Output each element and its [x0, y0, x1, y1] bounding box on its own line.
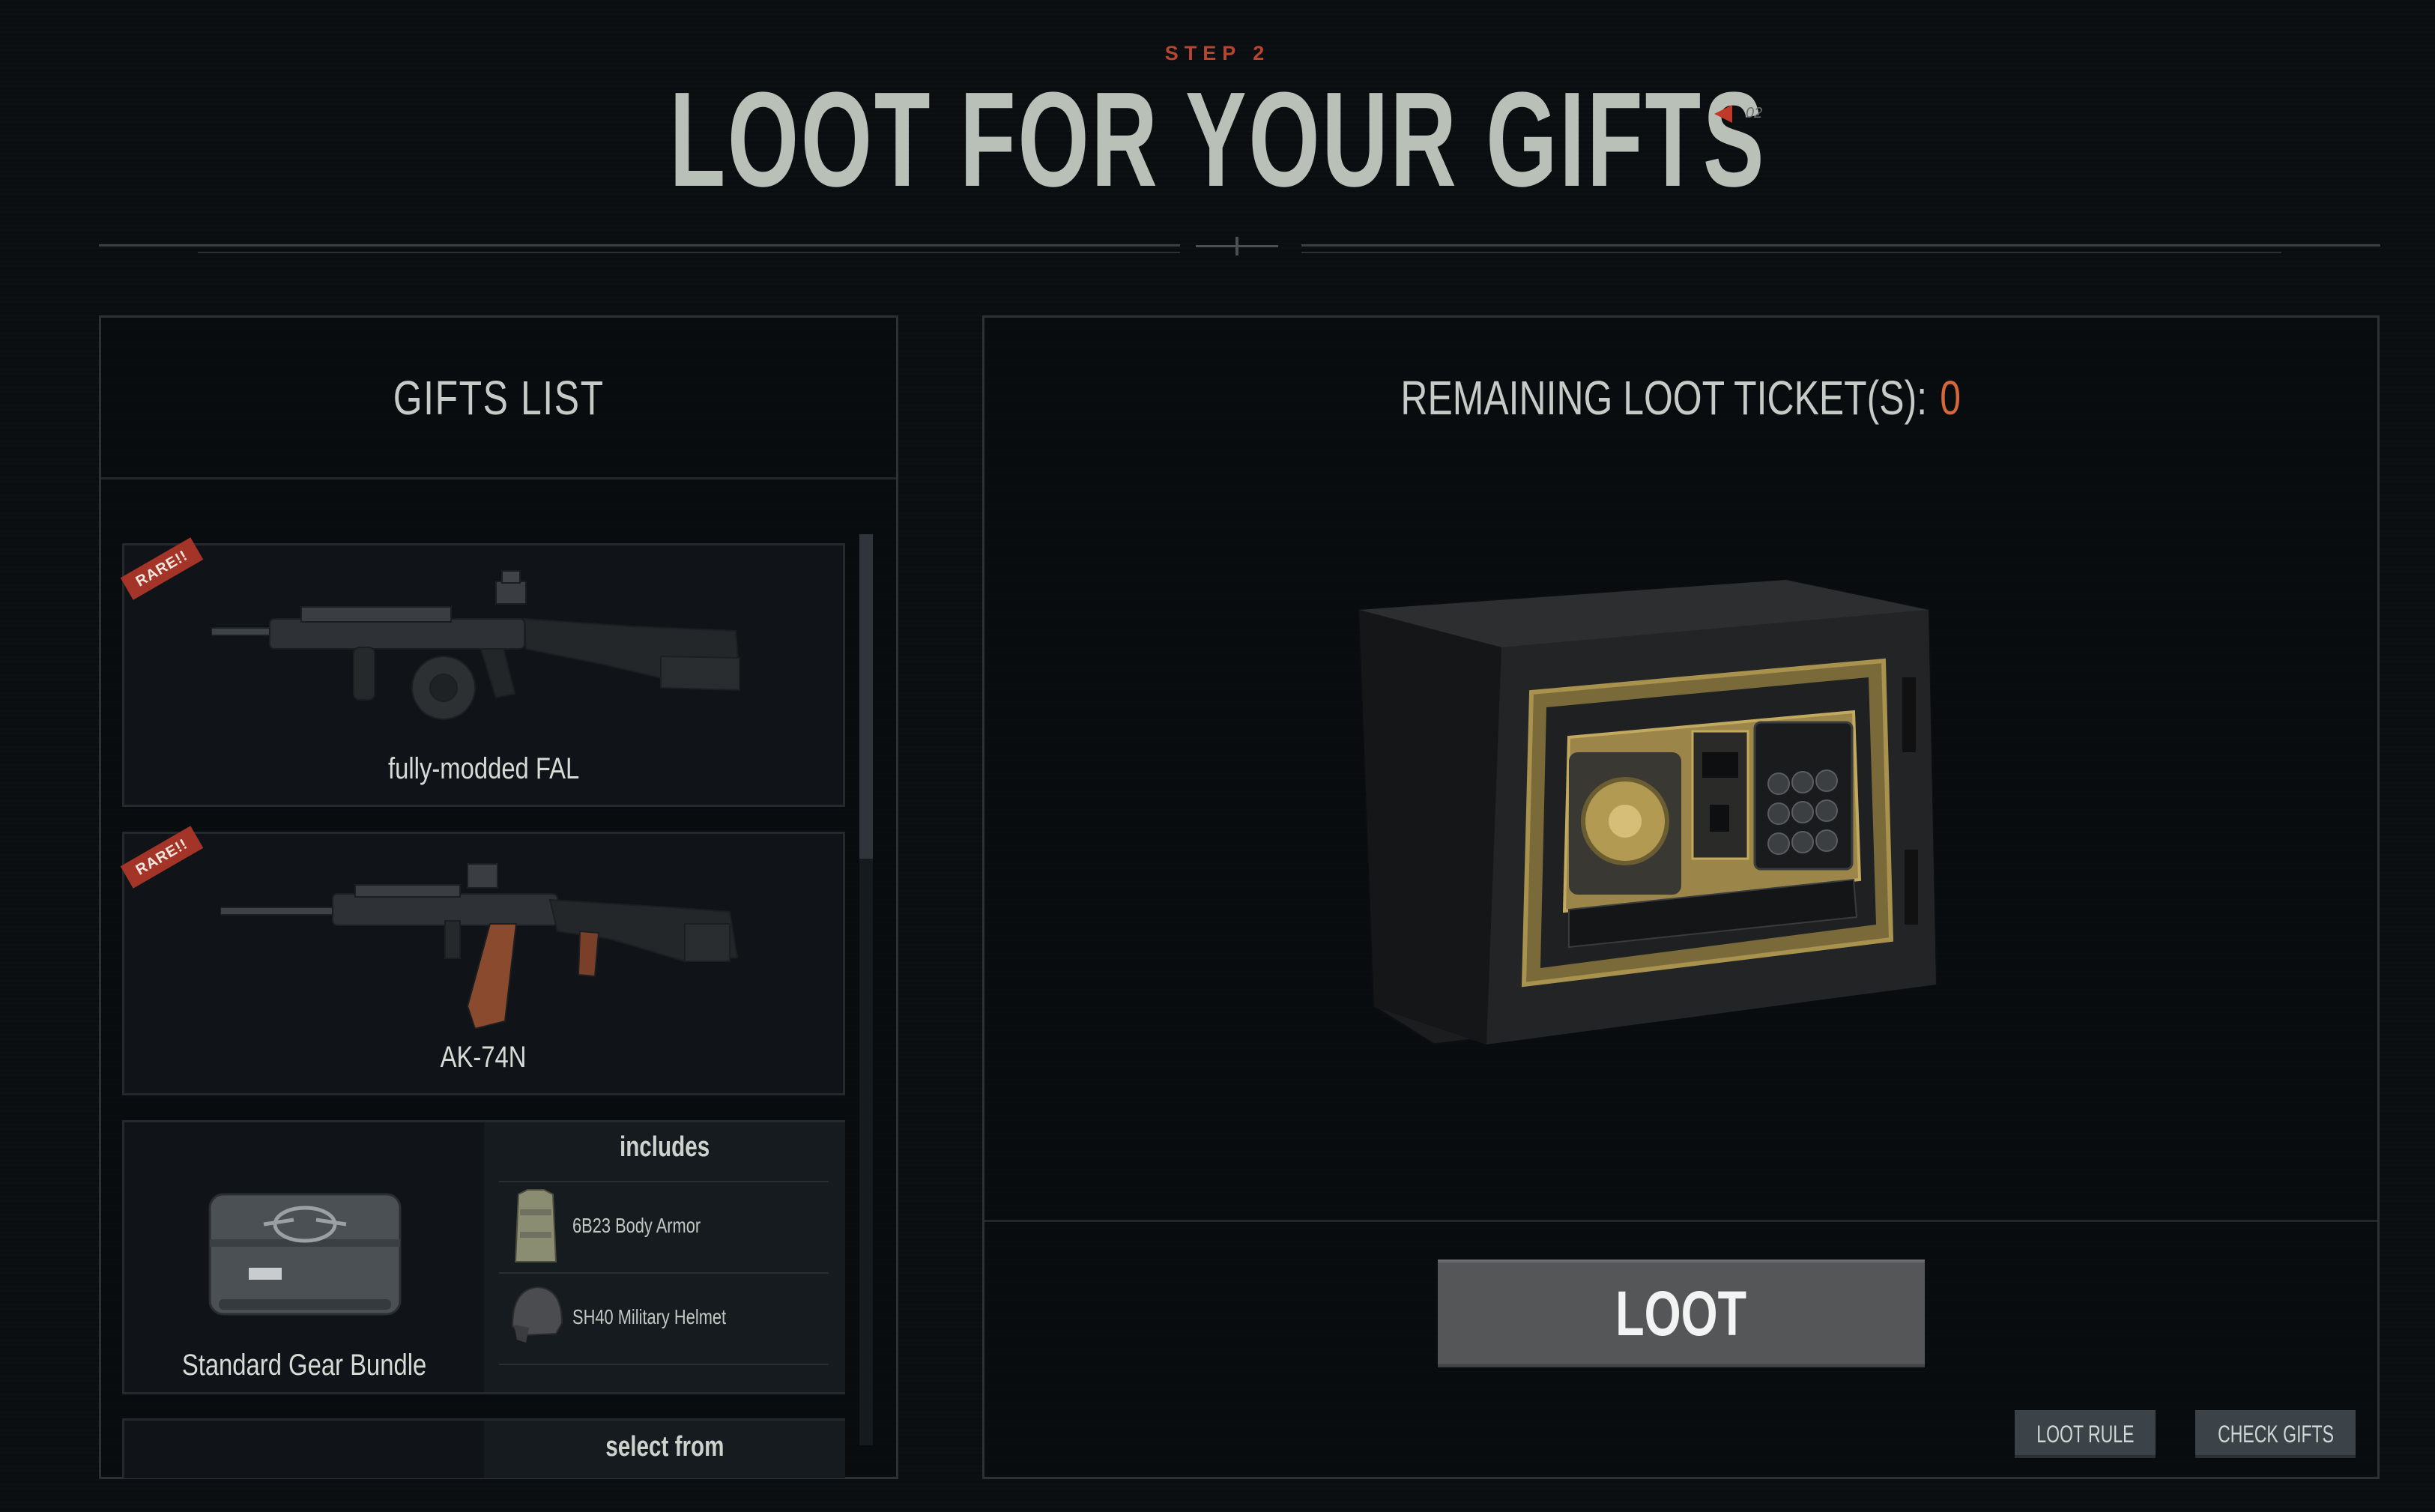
select-from-column: select from	[484, 1421, 845, 1478]
marker-number: 02	[1746, 105, 1763, 121]
header-divider-right-inner	[1301, 252, 2281, 253]
gift-card-select-from[interactable]: select from	[122, 1418, 845, 1478]
divider-ornament	[1196, 235, 1278, 258]
bundle-item-divider	[499, 1364, 829, 1365]
includes-title: includes	[619, 1131, 710, 1163]
select-from-title: select from	[605, 1431, 725, 1463]
loot-button-label: LOOT	[1615, 1277, 1747, 1349]
gift-card-fal[interactable]: RARE!! fully-modded FAL	[120, 537, 845, 807]
helmet-icon	[511, 1286, 563, 1343]
header-divider-right	[1301, 244, 2380, 247]
rare-badge: RARE!!	[120, 826, 204, 889]
header-divider-left	[99, 244, 1180, 247]
page-title: LOOT FOR YOUR GIFTS	[669, 64, 1766, 215]
check-gifts-button-label: CHECK GIFTS	[2218, 1420, 2335, 1448]
gift-name-ak74n: AK-74N	[441, 1041, 527, 1074]
bundle-item-label-helmet: SH40 Military Helmet	[572, 1305, 727, 1328]
safe-icon	[1358, 578, 1938, 1046]
gifts-scrollbar-thumb[interactable]	[859, 534, 873, 859]
bundle-item-body-armor: 6B23 Body Armor	[499, 1181, 829, 1271]
ticket-line: REMAINING LOOT TICKET(S): 0	[984, 370, 2377, 426]
gifts-panel: GIFTS LIST RARE!! fully-modded FAL RARE!…	[99, 315, 898, 1479]
gift-name-fal: fully-modded FAL	[387, 752, 580, 785]
gift-card-standard-gear-bundle[interactable]: Standard Gear Bundle includes 6B23 Body …	[122, 1120, 845, 1394]
gift-name-standard-gear-bundle: Standard Gear Bundle	[181, 1349, 427, 1382]
page-title-wrap: LOOT FOR YOUR GIFTS	[0, 69, 2435, 211]
bundle-includes: includes 6B23 Body Armor SH40 Military H…	[484, 1122, 845, 1392]
gear-case-icon	[208, 1193, 402, 1316]
rifle-fal-icon	[211, 570, 741, 720]
loot-panel-divider	[984, 1220, 2377, 1222]
gifts-panel-header: GIFTS LIST	[101, 318, 896, 480]
rare-badge: RARE!!	[120, 537, 204, 600]
bundle-item-label-body-armor: 6B23 Body Armor	[572, 1214, 701, 1237]
bundle-item-helmet: SH40 Military Helmet	[499, 1272, 829, 1362]
loot-rule-button-label: LOOT RULE	[2036, 1420, 2135, 1448]
body-armor-icon	[514, 1189, 557, 1262]
step-label: STEP 2	[1164, 42, 1271, 64]
gifts-list[interactable]: RARE!! fully-modded FAL RARE!! AK-74N St…	[101, 482, 896, 1478]
marker-arrow-icon	[1714, 105, 1732, 123]
gifts-list-title: GIFTS LIST	[393, 371, 605, 425]
header-divider-left-inner	[198, 252, 1180, 253]
loot-panel: REMAINING LOOT TICKET(S): 0 LOOT LOOT RUL…	[982, 315, 2380, 1479]
check-gifts-button[interactable]: CHECK GIFTS	[2195, 1410, 2356, 1458]
ticket-count: 0	[1940, 371, 1961, 425]
ticket-label: REMAINING LOOT TICKET(S):	[1400, 371, 1928, 425]
loot-button[interactable]: LOOT	[1438, 1260, 1925, 1367]
loot-rule-button[interactable]: LOOT RULE	[2015, 1410, 2156, 1458]
rifle-ak-icon	[220, 863, 739, 1029]
gift-card-ak74n[interactable]: RARE!! AK-74N	[120, 826, 845, 1095]
